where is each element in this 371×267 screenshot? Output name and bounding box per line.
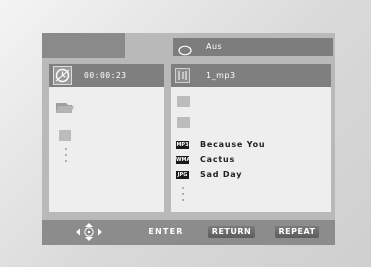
open-folder-icon[interactable] (56, 98, 74, 113)
folder-name: 1_mp3 (206, 71, 236, 80)
file-name: Because You (200, 140, 266, 149)
list-item[interactable]: WMA Cactus (176, 155, 326, 165)
file-name: Sad Day (200, 170, 243, 179)
list-more-dot (182, 193, 184, 195)
time-header: 00:00:23 (49, 64, 164, 87)
return-button[interactable]: RETURN (208, 226, 255, 238)
direction-pad-icon[interactable] (73, 222, 105, 242)
clock-icon (53, 66, 72, 85)
repeat-mode-value: Aus (206, 42, 223, 51)
tree-dot (65, 148, 67, 150)
mp3-file-icon: MP3 (176, 141, 189, 149)
jpg-file-icon: JPG (176, 171, 189, 179)
subfolder-icon[interactable] (177, 117, 190, 128)
file-name: Cactus (200, 155, 236, 164)
elapsed-time: 00:00:23 (84, 71, 127, 80)
title-area (42, 33, 125, 58)
list-more-dot (182, 187, 184, 189)
wma-file-icon: WMA (176, 156, 191, 164)
subfolder-icon[interactable] (177, 96, 190, 107)
tree-dot (65, 154, 67, 156)
enter-button[interactable]: ENTER (144, 226, 188, 238)
folder-icon[interactable] (59, 130, 71, 141)
tree-dot (65, 160, 67, 162)
list-item[interactable]: MP3 Because You (176, 140, 326, 150)
folder-header: 1_mp3 (171, 64, 331, 87)
list-item[interactable]: JPG Sad Day (176, 170, 326, 180)
repeat-mode-icon (178, 41, 192, 56)
list-more-dot (182, 199, 184, 201)
music-folder-icon (175, 68, 190, 83)
repeat-mode-bar[interactable]: Aus (173, 38, 333, 56)
repeat-button[interactable]: REPEAT (275, 226, 319, 238)
